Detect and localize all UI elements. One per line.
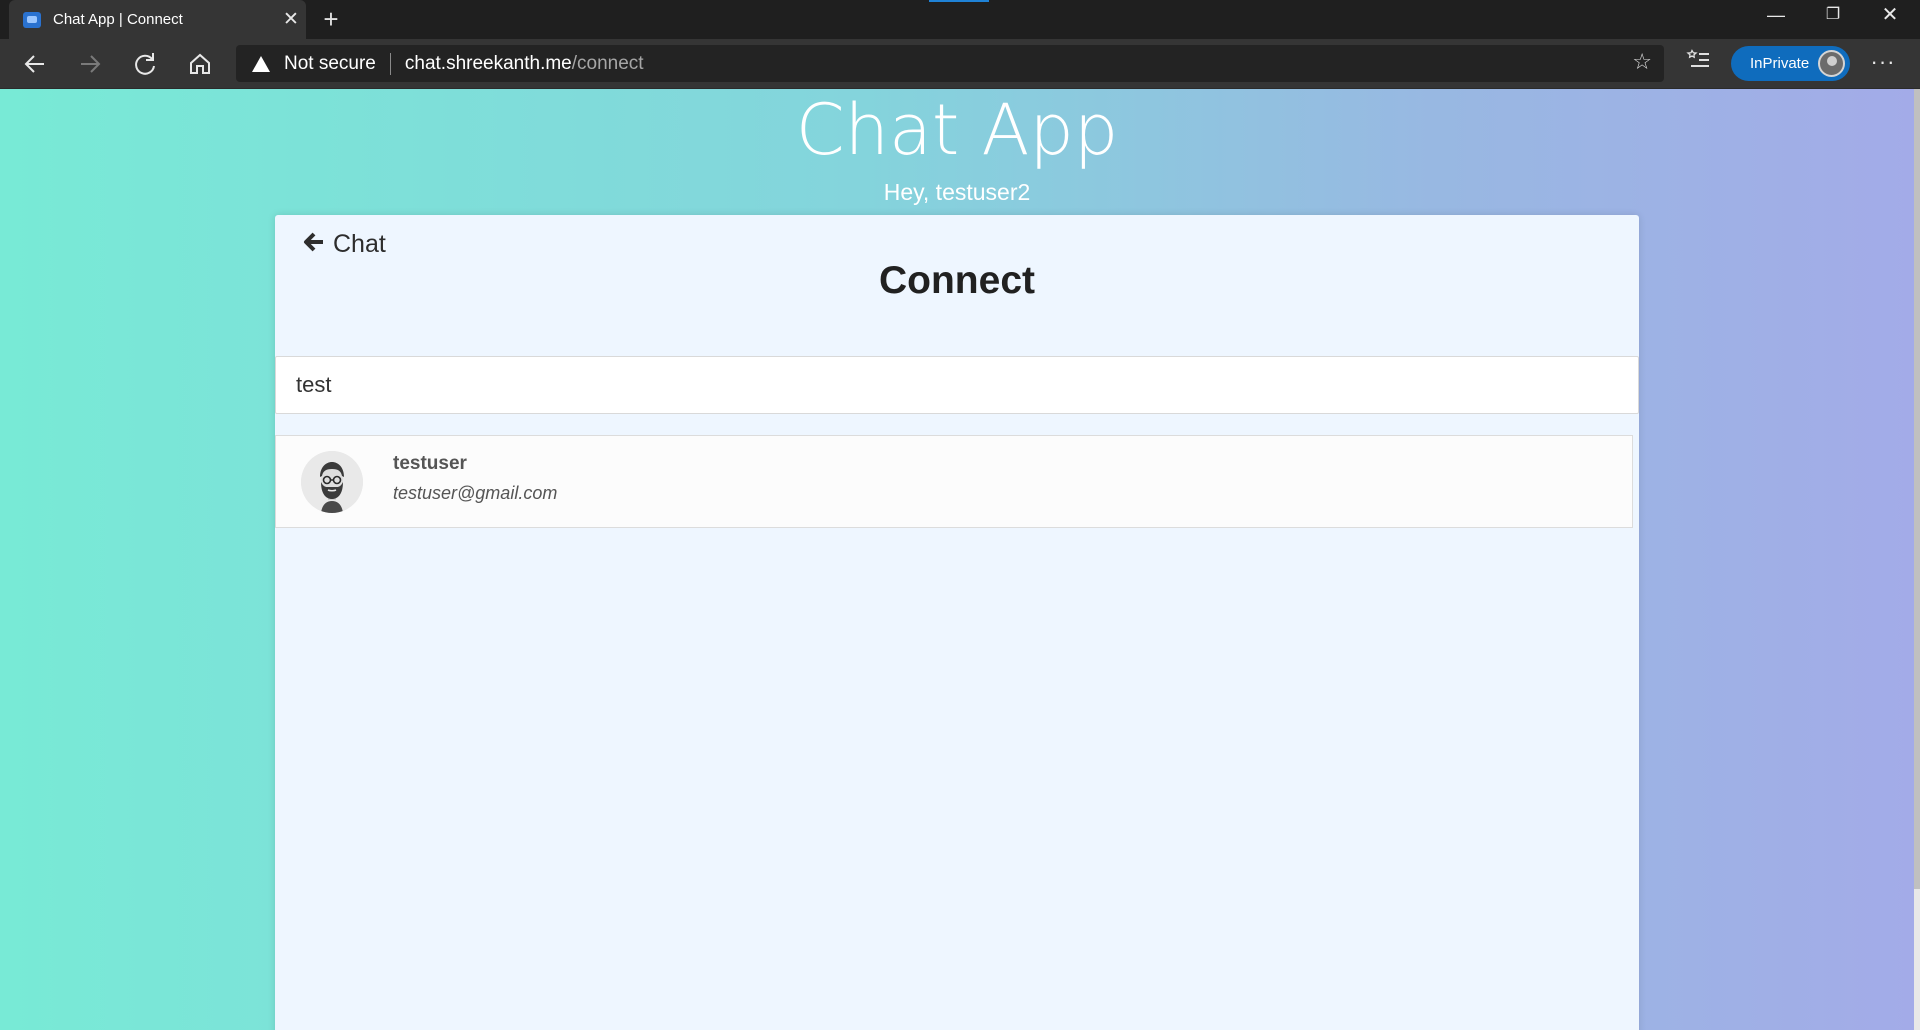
refresh-icon[interactable] (128, 47, 162, 81)
search-result-item[interactable]: testuser testuser@gmail.com (275, 435, 1633, 528)
browser-toolbar: Not secure chat.shreekanth.me/connect ☆ … (0, 39, 1920, 89)
url-host: chat.shreekanth.me (404, 52, 572, 74)
warning-icon (252, 55, 270, 72)
new-tab-button[interactable]: + (316, 4, 346, 34)
favorite-star-icon[interactable]: ☆ (1632, 49, 1652, 75)
profile-avatar-icon (1818, 50, 1845, 77)
restore-button[interactable]: ❐ (1805, 0, 1861, 32)
minimize-button[interactable]: — (1748, 0, 1804, 32)
page-background: Chat App Hey, testuser2 Chat Connect tes… (0, 89, 1914, 1030)
inprivate-button[interactable]: InPrivate (1731, 46, 1850, 81)
user-search-input[interactable] (275, 356, 1639, 414)
result-email: testuser@gmail.com (393, 483, 558, 503)
page-heading: Connect (879, 259, 1035, 302)
url-path: /connect (571, 52, 644, 74)
security-label[interactable]: Not secure (284, 53, 376, 75)
address-divider (389, 52, 391, 75)
address-bar[interactable]: Not secure chat.shreekanth.me/connect ☆ (236, 45, 1664, 82)
back-link-label: Chat (333, 230, 386, 258)
bearded-man-avatar-icon (301, 451, 363, 513)
browser-titlebar: Chat App | Connect ✕ + — ❐ ✕ (0, 0, 1920, 39)
home-icon[interactable] (183, 47, 217, 81)
greeting-text: Hey, testuser2 (883, 179, 1031, 205)
back-to-chat-link[interactable]: Chat (303, 229, 386, 260)
inprivate-label: InPrivate (1750, 55, 1810, 72)
tab-title: Chat App | Connect (53, 11, 183, 28)
arrow-left-icon (303, 229, 325, 260)
more-options-icon[interactable]: ··· (1866, 47, 1900, 81)
result-username: testuser (393, 453, 467, 474)
app-title: Chat App (795, 89, 1119, 171)
accent-line (929, 0, 989, 2)
forward-icon[interactable] (73, 47, 107, 81)
close-tab-icon[interactable]: ✕ (276, 8, 306, 31)
connect-card: Chat Connect testuser te (275, 215, 1639, 1030)
back-icon[interactable] (18, 47, 52, 81)
browser-tab[interactable]: Chat App | Connect ✕ (9, 0, 306, 39)
favorites-list-icon[interactable] (1682, 47, 1716, 81)
close-window-button[interactable]: ✕ (1862, 0, 1918, 32)
chat-app-favicon-icon (23, 11, 41, 28)
scrollbar-thumb[interactable] (1914, 89, 1920, 889)
